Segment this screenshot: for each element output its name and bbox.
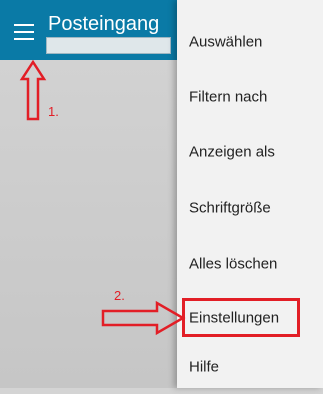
menu-item-label: Hilfe (189, 358, 220, 376)
up-arrow-icon (19, 59, 47, 121)
account-selector[interactable] (46, 37, 171, 54)
step-2-label: 2. (114, 288, 125, 303)
app-title: Posteingang (48, 13, 160, 35)
hamburger-menu-icon[interactable] (14, 24, 34, 40)
step-1-label: 1. (48, 104, 59, 119)
menu-item-help[interactable]: Hilfe (177, 340, 323, 394)
menu-item-label: Alles löschen (189, 255, 278, 273)
menu-item-label: Schriftgröße (189, 199, 271, 217)
right-arrow-icon (101, 300, 186, 336)
menu-item-label: Auswählen (189, 33, 263, 51)
menu-item-view-as[interactable]: Anzeigen als (177, 125, 323, 179)
menu-item-label: Anzeigen als (189, 143, 275, 161)
menu-item-font-size[interactable]: Schriftgröße (177, 181, 323, 235)
menu-item-label: Filtern nach (189, 88, 268, 106)
menu-item-filter-by[interactable]: Filtern nach (177, 70, 323, 124)
menu-item-delete-all[interactable]: Alles löschen (177, 237, 323, 291)
menu-item-select[interactable]: Auswählen (177, 15, 323, 69)
settings-highlight-box (182, 298, 300, 337)
app-bar: Posteingang (0, 0, 180, 60)
